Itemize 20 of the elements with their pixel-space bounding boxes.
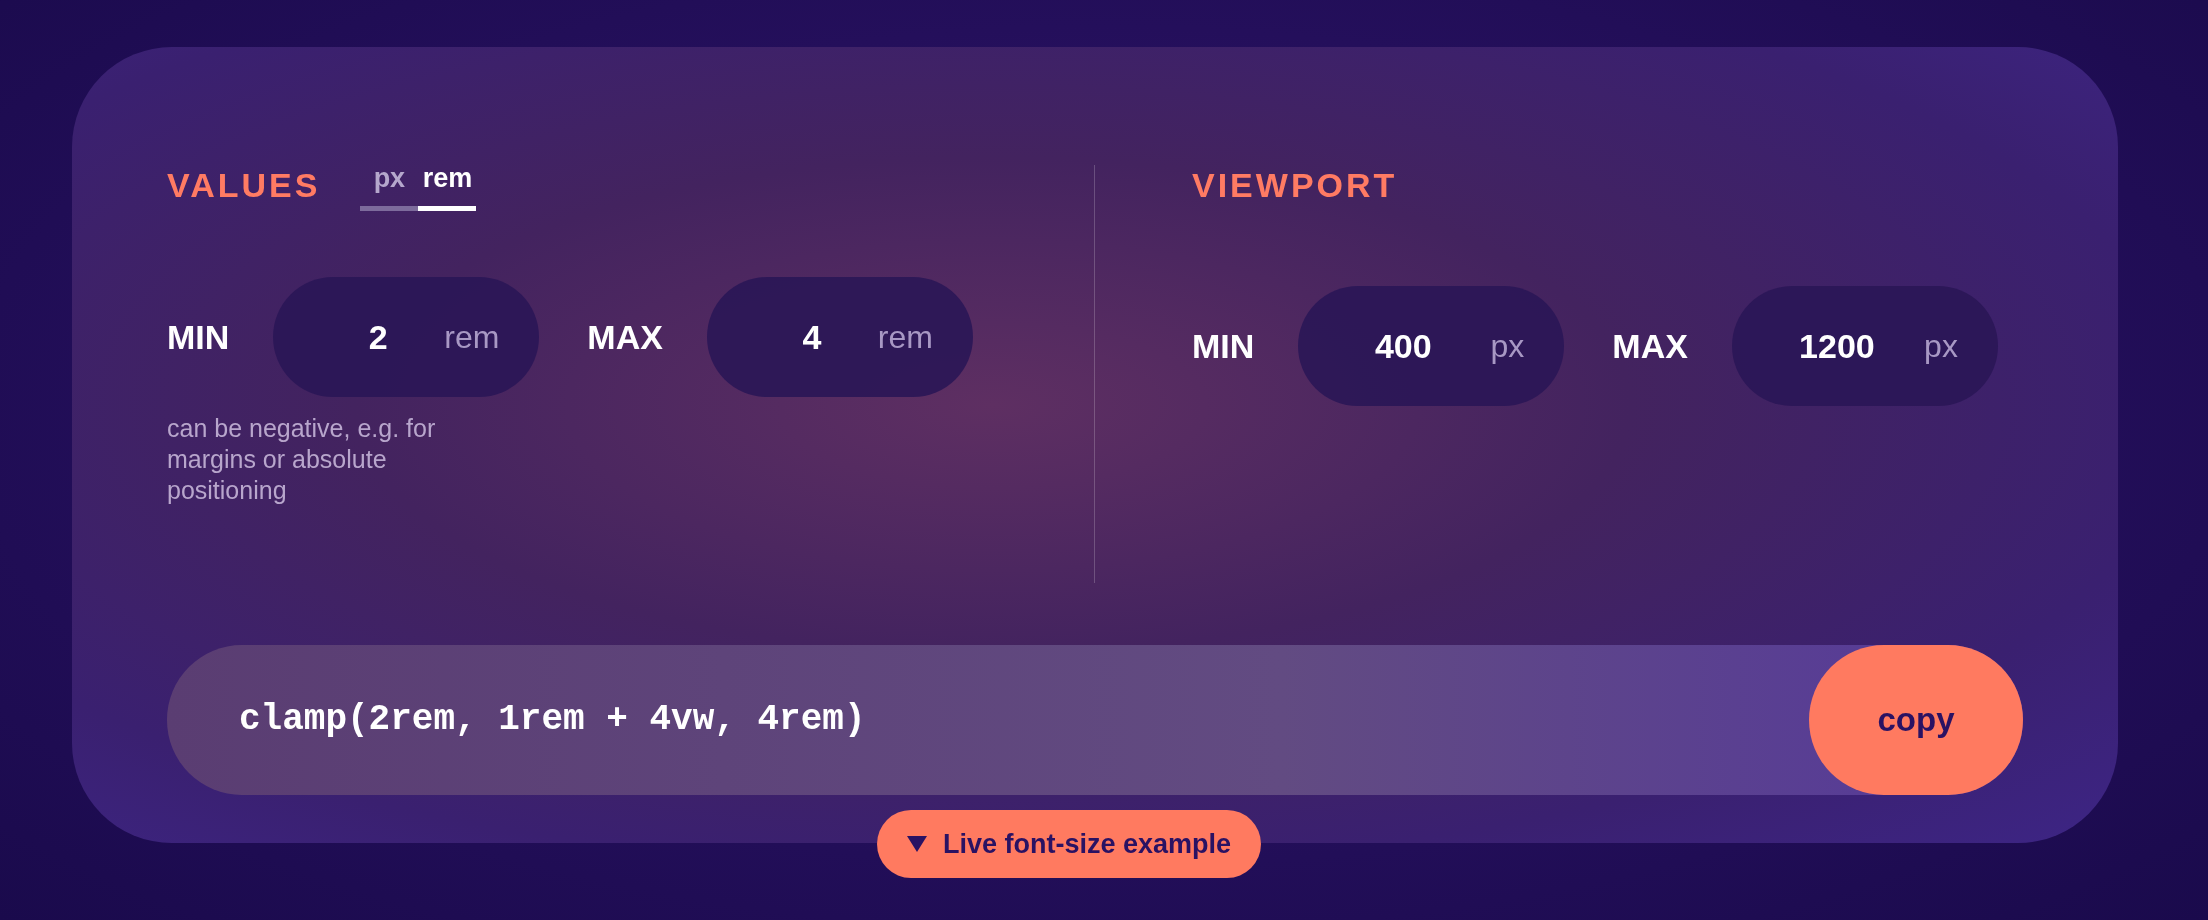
number-field[interactable]: 1200 px: [1731, 286, 1998, 406]
unit-tab[interactable]: rem: [418, 165, 477, 211]
copy-button[interactable]: copy: [1809, 645, 2023, 795]
live-example-toggle[interactable]: Live font-size example: [877, 810, 1262, 878]
section-heading: VALUES: [167, 168, 321, 202]
number-input[interactable]: 2: [323, 311, 434, 363]
number-input[interactable]: 400: [1348, 320, 1459, 372]
field-label: MAX: [1612, 329, 1688, 363]
field-label: MIN: [167, 320, 230, 354]
number-field[interactable]: 4 rem: [706, 277, 973, 397]
number-field[interactable]: 400 px: [1298, 286, 1565, 406]
field-label: MAX: [587, 320, 663, 354]
field-label: MIN: [1192, 329, 1255, 363]
number-input[interactable]: 4: [756, 311, 867, 363]
hint-text: can be negative, e.g. for margins or absolute positioning: [167, 413, 437, 506]
unit-tab[interactable]: px: [360, 165, 419, 211]
section-heading: VIEWPORT: [1192, 168, 1399, 202]
css-code: clamp(2rem, 1rem + 4vw, 4rem): [238, 698, 866, 742]
number-input[interactable]: 1200: [1781, 320, 1892, 372]
number-field[interactable]: 2 rem: [273, 277, 540, 397]
